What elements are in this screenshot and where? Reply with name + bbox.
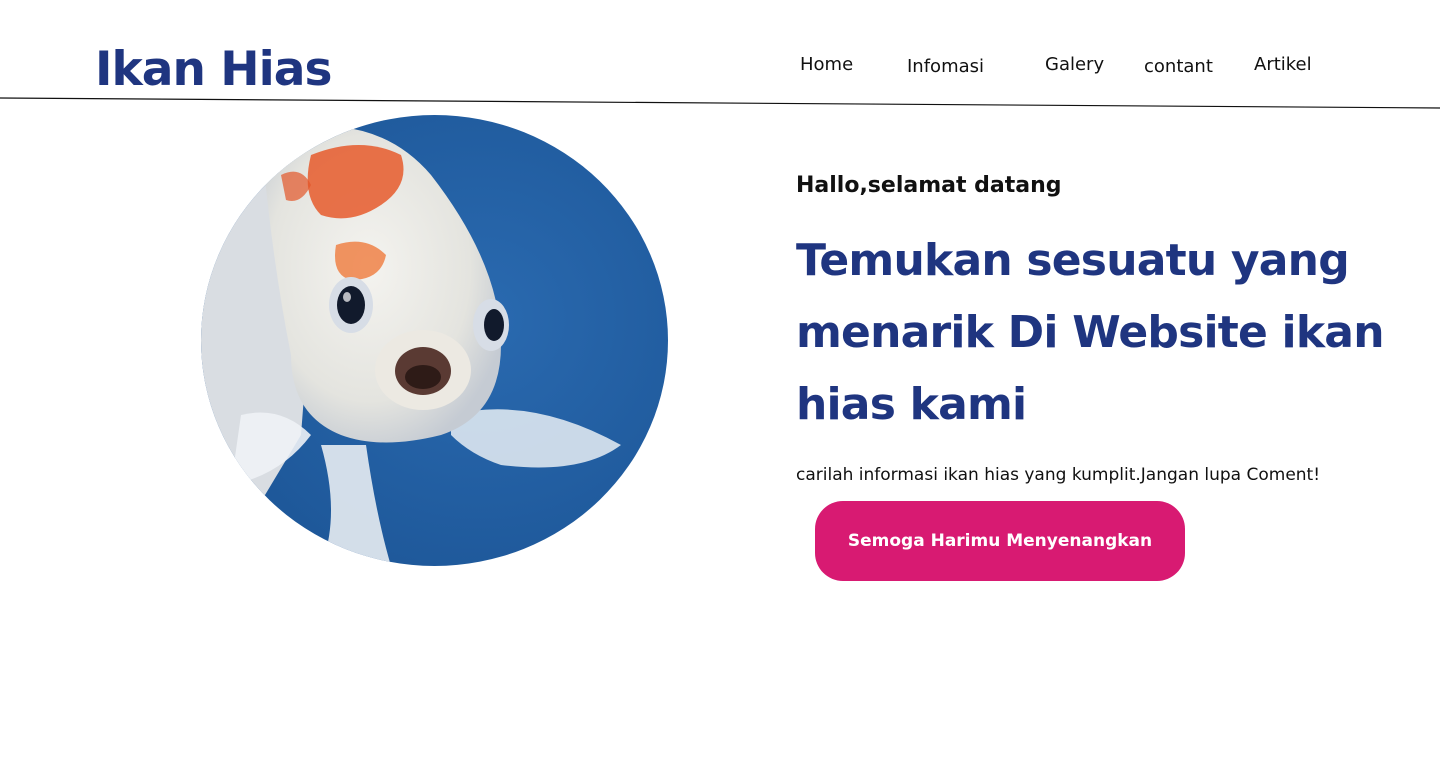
hero-headline: Temukan sesuatu yang menarik Di Website … [796,235,1385,430]
nav-item-galery[interactable]: Galery [1045,54,1104,75]
landing-page: Ikan Hias Home Infomasi Galery contant A… [0,0,1440,783]
nav-item-infomasi[interactable]: Infomasi [907,56,984,77]
site-logo[interactable]: Ikan Hias [95,42,332,98]
cta-button[interactable]: Semoga Harimu Menyenangkan [815,501,1185,581]
koi-fish-photo-icon [201,115,668,566]
hero-subtitle: carilah informasi ikan hias yang kumplit… [796,465,1321,485]
header-divider [0,97,1440,109]
nav-item-contant[interactable]: contant [1144,56,1213,77]
nav-item-home[interactable]: Home [800,54,853,75]
nav-item-artikel[interactable]: Artikel [1254,54,1312,75]
greeting-text: Hallo,selamat datang [796,173,1062,198]
